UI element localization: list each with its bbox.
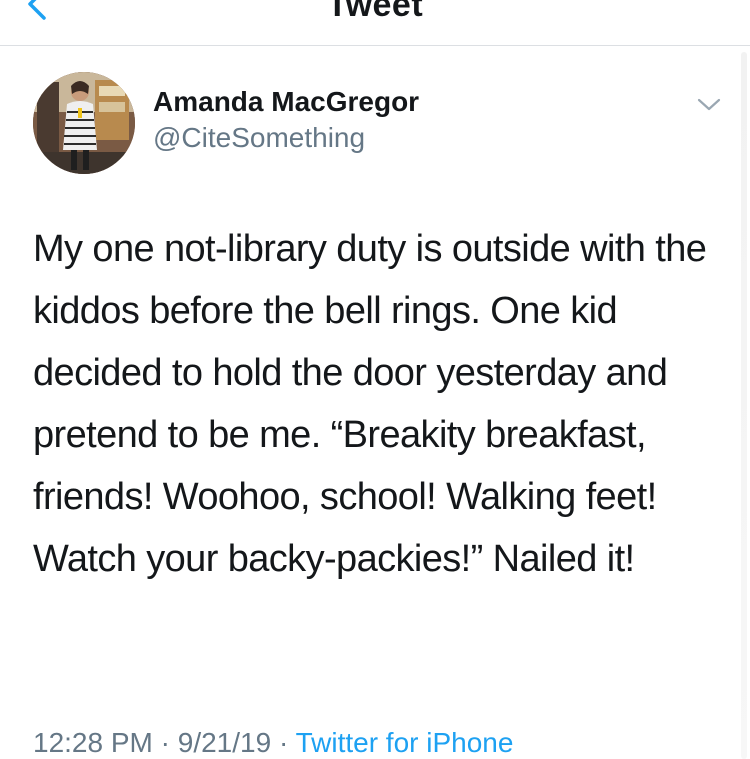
author-handle[interactable]: @CiteSomething bbox=[153, 122, 365, 154]
scroll-indicator[interactable] bbox=[741, 52, 747, 759]
avatar-photo-icon bbox=[33, 72, 135, 174]
tweet-meta: 12:28 PM · 9/21/19 · Twitter for iPhone bbox=[33, 727, 513, 759]
author-name[interactable]: Amanda MacGregor bbox=[153, 86, 419, 118]
tweet-date: 9/21/19 bbox=[177, 727, 272, 758]
navigation-bar: Tweet bbox=[0, 0, 750, 46]
tweet-time: 12:28 PM bbox=[33, 727, 153, 758]
nav-title: Tweet bbox=[326, 0, 424, 24]
tweet-source-link[interactable]: Twitter for iPhone bbox=[296, 727, 514, 758]
meta-separator: · bbox=[160, 727, 170, 758]
meta-separator: · bbox=[278, 727, 289, 758]
tweet-detail-screen: Tweet Amanda MacGregor @CiteSomething My… bbox=[0, 0, 750, 759]
tweet-text: My one not-library duty is outside with … bbox=[33, 228, 717, 580]
chevron-down-icon[interactable] bbox=[696, 94, 722, 114]
avatar[interactable] bbox=[33, 72, 135, 174]
